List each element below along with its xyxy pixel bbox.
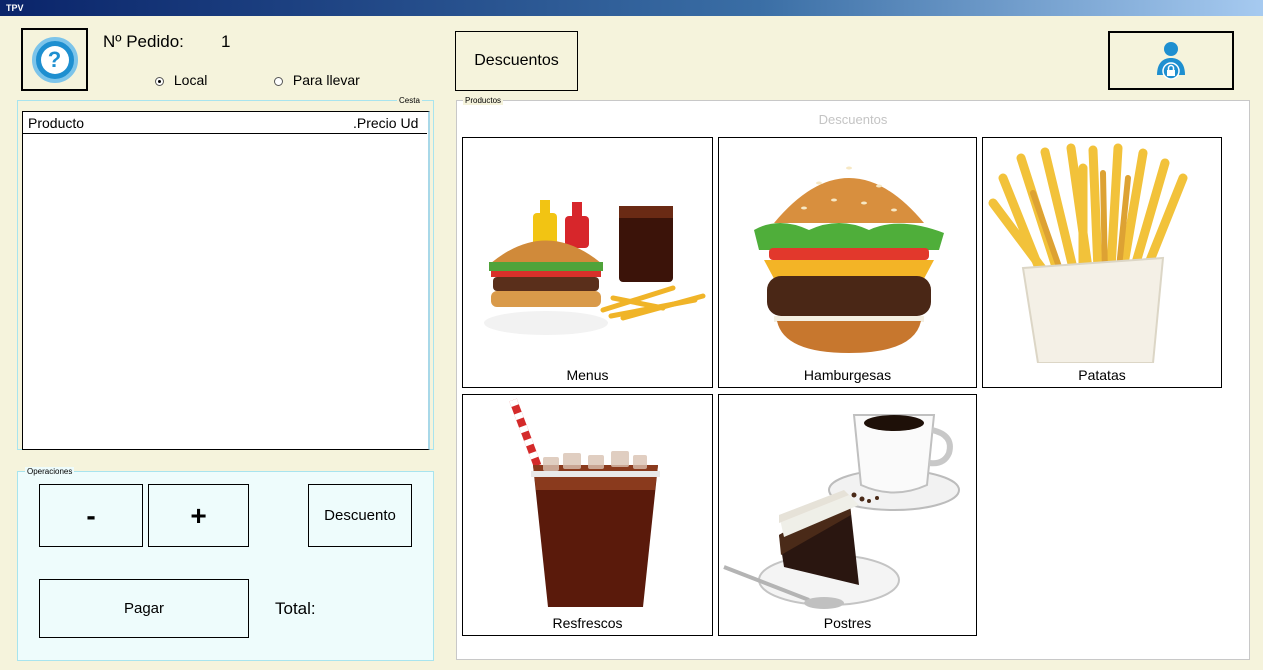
product-tile-patatas[interactable]: Patatas [982,137,1222,388]
order-number: 1 [221,32,231,51]
product-tile-label: Hamburgesas [803,367,892,383]
user-lock-button[interactable] [1108,31,1234,90]
radio-indicator [274,76,283,86]
product-tile-label: Resfrescos [552,615,623,631]
basket-header: Producto .Precio Ud [23,112,427,134]
column-unit-price-label: Precio Ud [356,115,419,131]
discount-button[interactable]: Descuento [308,484,412,547]
fries-icon [988,143,1188,363]
products-section-title: Descuentos [818,112,888,127]
burger-icon [754,166,944,353]
product-tile-menus[interactable]: Menus [462,137,713,388]
radio-indicator [155,76,164,86]
total-label: Total: [275,599,316,618]
radio-local-label: Local [173,72,208,88]
operations-group-label: Operaciones [25,467,75,476]
increment-button[interactable]: + [148,484,249,547]
column-product[interactable]: Producto [28,115,84,131]
basket-list[interactable] [22,111,430,450]
radio-para-llevar-label: Para llevar [292,72,360,88]
window-title: TPV [0,0,1263,16]
question-icon: ? [31,36,78,83]
menu-combo-icon [484,200,706,335]
soda-icon [509,398,660,607]
product-tile-label: Menus [566,367,609,383]
basket-group-label: Cesta [397,96,422,105]
order-label: Nº Pedido: [103,32,184,51]
dessert-icon [723,414,960,609]
discounts-button[interactable]: Descuentos [455,31,578,91]
product-tile-hamburgesas[interactable]: Hamburgesas [718,137,977,388]
column-unit-price[interactable]: .Precio Ud [353,115,418,131]
product-tile-postres[interactable]: Postres [718,394,977,636]
help-button[interactable]: ? [21,28,88,91]
pay-button[interactable]: Pagar [39,579,249,638]
radio-local[interactable]: Local [155,72,207,88]
products-group-label: Productos [463,96,504,105]
radio-para-llevar[interactable]: Para llevar [274,72,360,88]
product-tile-label: Postres [823,615,872,631]
product-tile-label: Patatas [1078,367,1126,383]
user-lock-icon [1157,41,1185,80]
decrement-button[interactable]: - [39,484,143,547]
product-tile-resfrescos[interactable]: Resfrescos [462,394,713,636]
